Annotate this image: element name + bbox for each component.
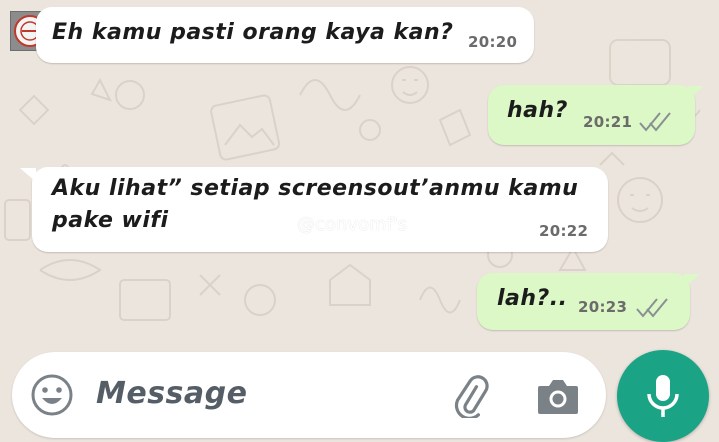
voice-record-button[interactable] [617, 350, 709, 442]
message-outgoing[interactable]: lah?.. 20:23 [477, 273, 690, 330]
message-incoming[interactable]: Aku lihat” setiap screensout’anmu kamu p… [32, 167, 608, 252]
double-check-icon [639, 112, 671, 132]
message-text: hah? [507, 98, 568, 123]
message-incoming[interactable]: Eh kamu pasti orang kaya kan? 20:20 [36, 7, 534, 63]
message-time: 20:23 [578, 298, 628, 316]
message-outgoing[interactable]: hah? 20:21 [488, 85, 695, 145]
message-text: lah?.. [497, 286, 568, 311]
message-text-line-1: Aku lihat” setiap screensout’anmu kamu [52, 176, 579, 201]
paperclip-icon[interactable] [448, 374, 492, 418]
message-time: 20:22 [539, 222, 589, 240]
message-input[interactable]: Message [96, 376, 247, 411]
message-composer: Message [12, 352, 606, 438]
outgoing-bubble-tail [688, 86, 704, 100]
double-check-icon [636, 298, 668, 318]
message-text-line-2: pake wifi [52, 208, 169, 233]
message-text: Eh kamu pasti orang kaya kan? [52, 20, 454, 45]
incoming-bubble-tail [20, 168, 36, 182]
message-time: 20:21 [583, 113, 633, 131]
watermark-text: @convomf's [297, 214, 408, 235]
microphone-icon [647, 375, 679, 417]
emoji-icon[interactable] [30, 373, 74, 417]
camera-icon[interactable] [536, 376, 580, 416]
outgoing-bubble-tail [684, 274, 700, 288]
message-time: 20:20 [468, 33, 518, 51]
